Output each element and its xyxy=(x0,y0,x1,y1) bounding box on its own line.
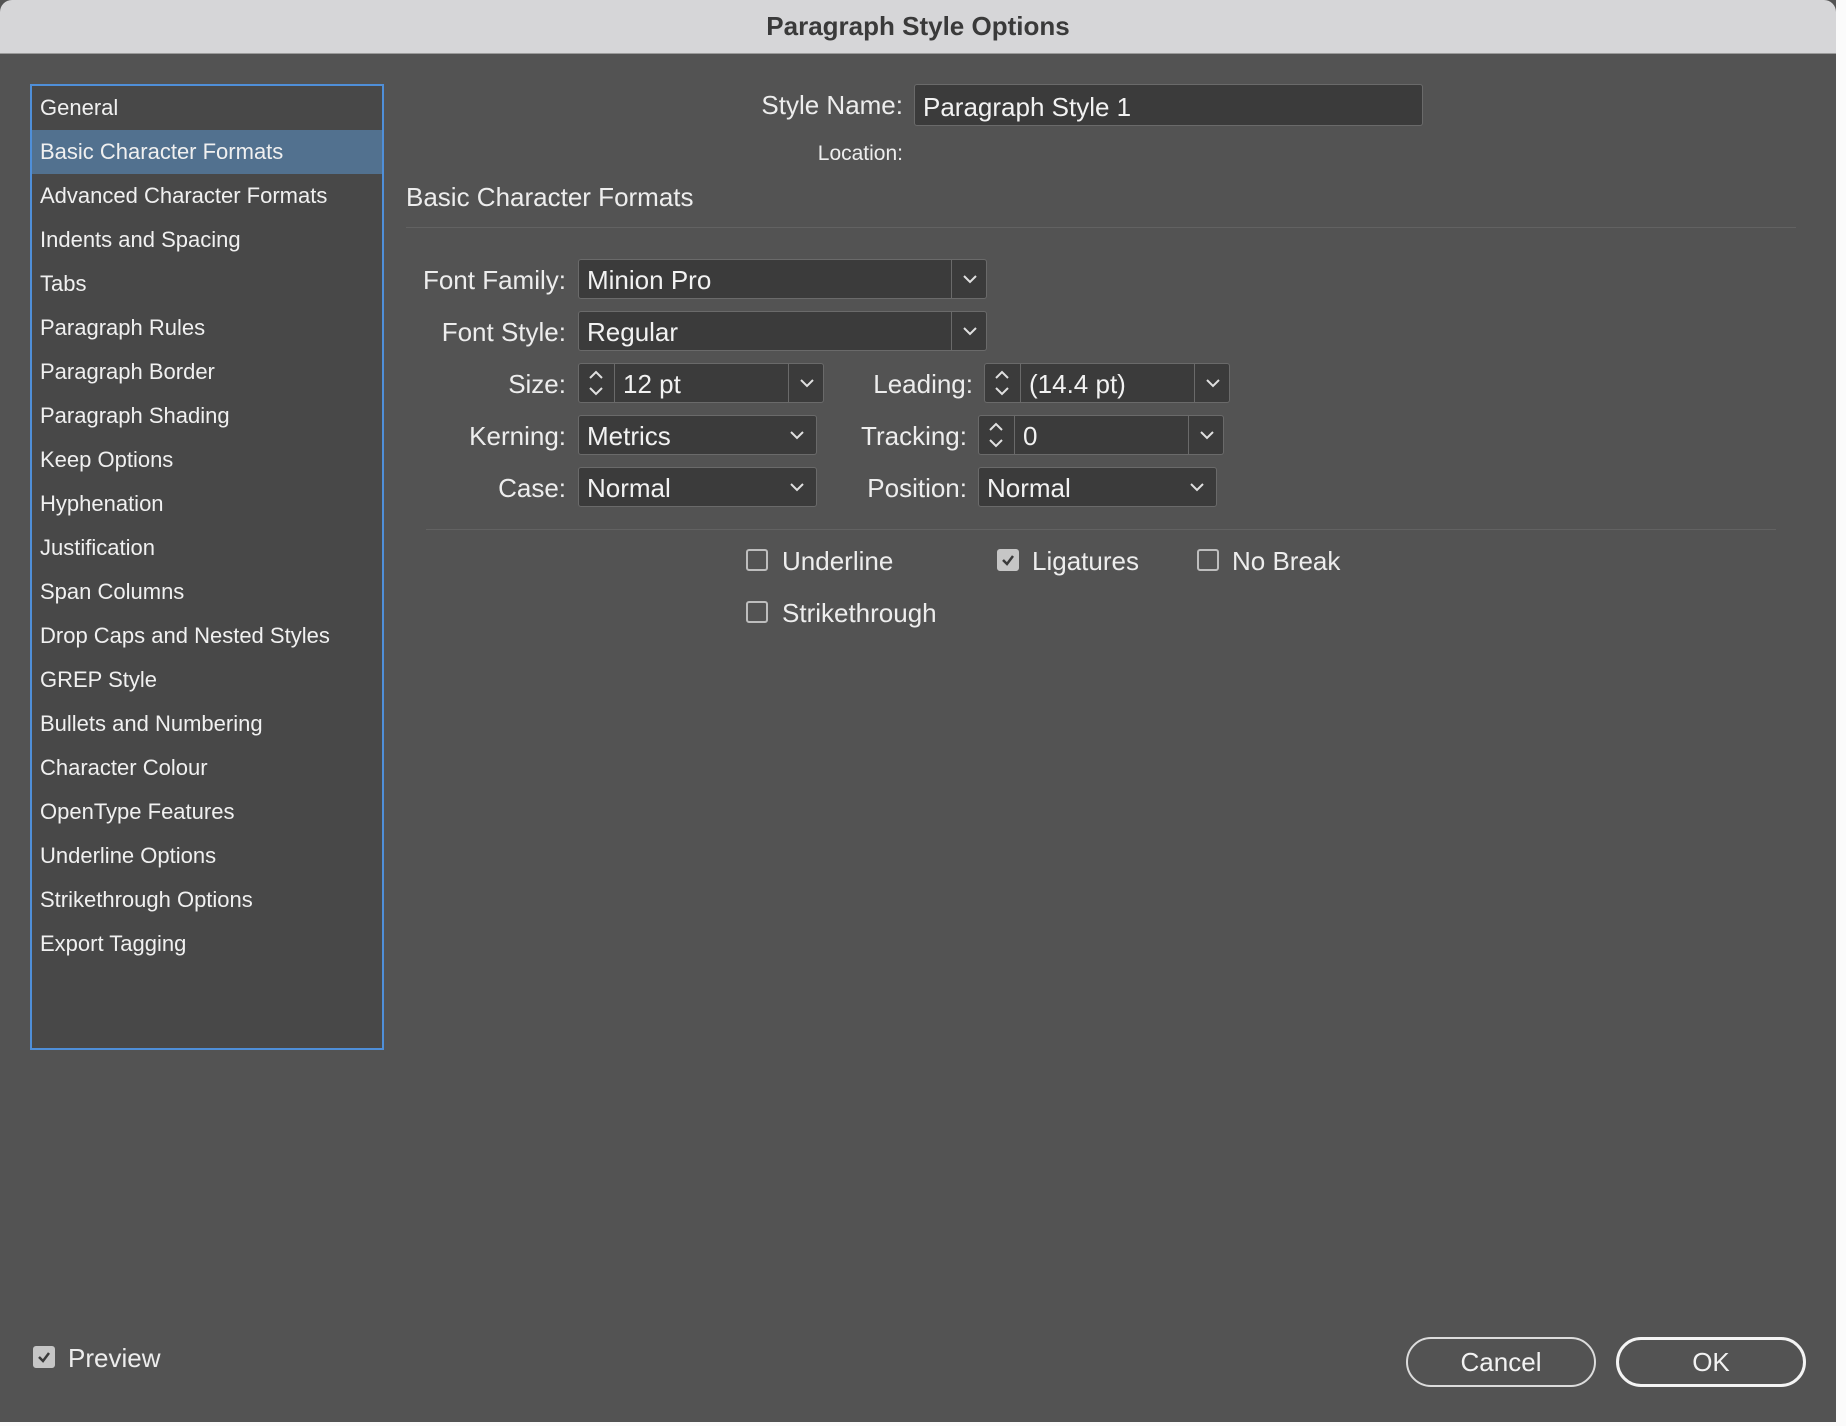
sidebar-item-character-colour[interactable]: Character Colour xyxy=(32,746,382,790)
leading-value: (14.4 pt) xyxy=(1029,369,1126,399)
preview-label: Preview xyxy=(68,1343,161,1373)
sidebar-item-keep-options[interactable]: Keep Options xyxy=(32,438,382,482)
ok-button[interactable]: OK xyxy=(1616,1337,1806,1387)
tracking-combo[interactable]: 0 xyxy=(978,415,1224,455)
case-value: Normal xyxy=(587,473,671,503)
ligatures-checkbox[interactable] xyxy=(997,549,1019,571)
position-value: Normal xyxy=(987,473,1071,503)
sidebar-item-underline-options[interactable]: Underline Options xyxy=(32,834,382,878)
sidebar-item-bullets-and-numbering[interactable]: Bullets and Numbering xyxy=(32,702,382,746)
underline-checkbox[interactable] xyxy=(746,549,768,571)
tracking-stepper[interactable] xyxy=(979,416,1015,454)
sidebar-item-hyphenation[interactable]: Hyphenation xyxy=(32,482,382,526)
sidebar-item-export-tagging[interactable]: Export Tagging xyxy=(32,922,382,966)
leading-stepper[interactable] xyxy=(985,364,1021,402)
style-name-label: Style Name: xyxy=(761,90,903,120)
tracking-value: 0 xyxy=(1023,421,1038,451)
checkmark-icon xyxy=(1002,555,1014,566)
font-family-dropdown[interactable]: Minion Pro xyxy=(578,259,987,299)
sidebar-item-tabs[interactable]: Tabs xyxy=(32,262,382,306)
sidebar-item-basic-character-formats[interactable]: Basic Character Formats xyxy=(32,130,382,174)
options-divider xyxy=(426,529,1776,530)
leading-combo[interactable]: (14.4 pt) xyxy=(984,363,1230,403)
sidebar-item-span-columns[interactable]: Span Columns xyxy=(32,570,382,614)
sidebar-item-paragraph-rules[interactable]: Paragraph Rules xyxy=(32,306,382,350)
style-name-value: Paragraph Style 1 xyxy=(923,92,1132,122)
font-style-dropdown[interactable]: Regular xyxy=(578,311,987,351)
section-divider xyxy=(406,227,1796,228)
chevron-down-icon[interactable] xyxy=(788,364,825,402)
tracking-label: Tracking: xyxy=(861,421,967,451)
sidebar-item-justification[interactable]: Justification xyxy=(32,526,382,570)
kerning-value: Metrics xyxy=(587,421,671,451)
no-break-checkbox[interactable] xyxy=(1197,549,1219,571)
font-family-value: Minion Pro xyxy=(587,265,712,295)
case-label: Case: xyxy=(498,473,566,503)
window-bottom-edge xyxy=(0,1422,1846,1426)
kerning-dropdown[interactable]: Metrics xyxy=(578,415,817,455)
position-dropdown[interactable]: Normal xyxy=(978,467,1217,507)
chevron-down-icon[interactable] xyxy=(1188,416,1225,454)
window-edge xyxy=(1836,0,1846,1426)
category-list[interactable]: General Basic Character Formats Advanced… xyxy=(30,84,384,1050)
position-label: Position: xyxy=(867,473,967,503)
font-family-label: Font Family: xyxy=(422,265,566,295)
kerning-label: Kerning: xyxy=(469,421,566,451)
chevron-down-icon[interactable] xyxy=(779,416,815,454)
sidebar-item-opentype-features[interactable]: OpenType Features xyxy=(32,790,382,834)
location-label: Location: xyxy=(817,142,903,165)
chevron-down-icon[interactable] xyxy=(951,260,988,298)
leading-label: Leading: xyxy=(873,369,973,399)
font-style-value: Regular xyxy=(587,317,679,347)
ligatures-label: Ligatures xyxy=(1032,546,1139,576)
style-name-input[interactable]: Paragraph Style 1 xyxy=(914,84,1423,126)
size-combo[interactable]: 12 pt xyxy=(578,363,824,403)
sidebar-item-paragraph-border[interactable]: Paragraph Border xyxy=(32,350,382,394)
chevron-down-icon[interactable] xyxy=(1179,468,1215,506)
cancel-button[interactable]: Cancel xyxy=(1406,1337,1596,1387)
chevron-down-icon[interactable] xyxy=(1194,364,1231,402)
strikethrough-checkbox[interactable] xyxy=(746,601,768,623)
sidebar-item-drop-caps-and-nested-styles[interactable]: Drop Caps and Nested Styles xyxy=(32,614,382,658)
sidebar-item-paragraph-shading[interactable]: Paragraph Shading xyxy=(32,394,382,438)
sidebar-item-general[interactable]: General xyxy=(32,86,382,130)
size-value: 12 pt xyxy=(623,369,681,399)
preview-checkbox[interactable] xyxy=(33,1346,55,1368)
underline-label: Underline xyxy=(782,546,894,576)
size-stepper[interactable] xyxy=(579,364,615,402)
sidebar-item-grep-style[interactable]: GREP Style xyxy=(32,658,382,702)
strikethrough-label: Strikethrough xyxy=(782,598,937,628)
no-break-label: No Break xyxy=(1232,546,1341,576)
title-bar: Paragraph Style Options xyxy=(0,0,1836,54)
sidebar-item-indents-and-spacing[interactable]: Indents and Spacing xyxy=(32,218,382,262)
size-label: Size: xyxy=(508,369,566,399)
case-dropdown[interactable]: Normal xyxy=(578,467,817,507)
checkmark-icon xyxy=(38,1352,50,1363)
sidebar-item-strikethrough-options[interactable]: Strikethrough Options xyxy=(32,878,382,922)
section-title: Basic Character Formats xyxy=(406,182,694,212)
chevron-down-icon[interactable] xyxy=(951,312,988,350)
chevron-down-icon[interactable] xyxy=(779,468,815,506)
window-title: Paragraph Style Options xyxy=(766,11,1070,41)
sidebar-item-advanced-character-formats[interactable]: Advanced Character Formats xyxy=(32,174,382,218)
font-style-label: Font Style: xyxy=(441,317,566,347)
